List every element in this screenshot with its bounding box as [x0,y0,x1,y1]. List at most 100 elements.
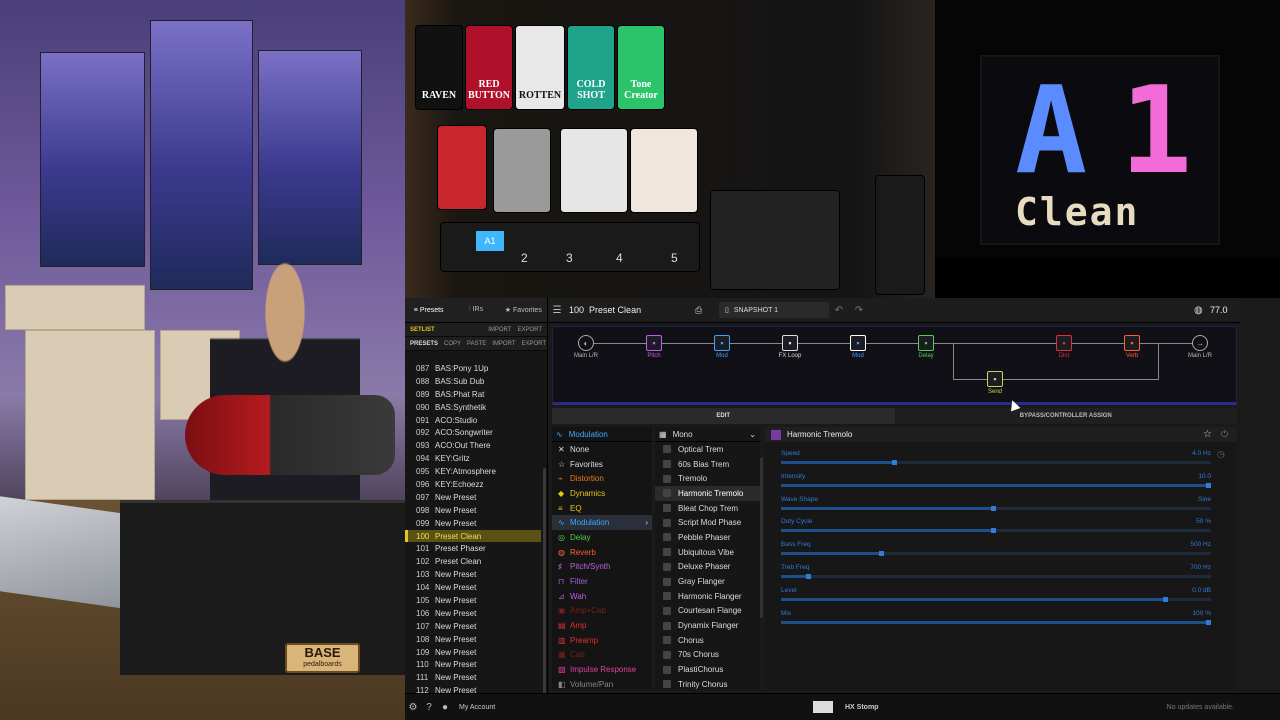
model-item[interactable]: Gray Flanger [655,574,760,589]
my-account-link[interactable]: My Account [453,704,813,711]
category-item[interactable]: ▣ Amp+Cab [552,604,652,619]
preset-row[interactable]: 094 KEY:Gritz [405,452,541,465]
fx-block-fx-loop[interactable]: ▪ [782,335,798,351]
category-item[interactable]: ⊿ Wah [552,589,652,604]
category-item[interactable]: ◍ Reverb [552,545,652,560]
export-button[interactable]: EXPORT [522,341,547,347]
setlist-label[interactable]: SETLIST [410,327,482,333]
tab-edit[interactable]: EDIT [552,408,895,424]
import-button[interactable]: IMPORT [492,341,515,347]
category-item[interactable]: ∿ Modulation › [552,515,652,531]
fx-block-dist[interactable]: ▪ [1056,335,1072,351]
category-item[interactable]: ▧ Impulse Response [552,662,652,677]
category-item[interactable]: ▦ Cab [552,648,652,663]
copy-button[interactable]: COPY [444,341,461,347]
param-slider[interactable] [781,551,1211,557]
current-preset-name[interactable]: 100 Preset Clean [565,305,695,315]
tab-presets[interactable]: ≡ Presets [405,307,452,314]
category-item[interactable]: ≡ EQ [552,501,652,516]
preset-row[interactable]: 087 BAS:Pony 1Up [405,362,541,375]
param-value[interactable]: 0.0 dB [1192,587,1211,594]
gear-icon[interactable]: ⚙ [405,702,421,713]
category-item[interactable]: ◆ Dynamics [552,486,652,501]
tab-irs[interactable]: ⫶ IRs [452,306,499,314]
model-item[interactable]: PlastiChorus [655,662,760,677]
param-speed[interactable]: Speed 4.0 Hz [781,450,1211,472]
tab-favorites[interactable]: ★ Favorites [500,306,547,314]
model-item[interactable]: 70s Chorus [655,648,760,663]
preset-list[interactable]: 087 BAS:Pony 1Up 088 BAS:Sub Dub 089 BAS:Phat… [405,362,541,693]
preset-list-scrollbar[interactable] [543,468,546,698]
fx-block-send[interactable]: ▪ [987,371,1003,387]
model-item[interactable]: Pebble Phaser [655,530,760,545]
param-slider[interactable] [781,505,1211,511]
param-slider-thumb[interactable] [991,505,996,511]
model-item[interactable]: Dynamix Flanger [655,618,760,633]
model-item[interactable]: Bleat Chop Trem [655,501,760,516]
signal-flow[interactable]: ◐ Main L/R ▪ Pitch ▪ Mod ▪ FX Loop ▪ Mod ▪ Delay ▪ Di… [552,326,1237,405]
snapshot-selector[interactable]: ▯ SNAPSHOT 1 [719,302,829,318]
param-slider[interactable] [781,482,1211,488]
model-item[interactable]: Courtesan Flange [655,604,760,619]
fx-block-delay[interactable]: ▪ [918,335,934,351]
model-item[interactable]: Optical Trem [655,442,760,457]
param-value[interactable]: 10.0 [1198,473,1211,480]
undo-icon[interactable]: ↶ [829,305,849,316]
param-slider-thumb[interactable] [892,460,897,465]
preset-row[interactable]: 098 New Preset [405,504,541,517]
param-mix[interactable]: Mix 100 % [781,610,1211,632]
param-duty-cycle[interactable]: Duty Cycle 50 % [781,518,1211,540]
category-item[interactable]: ◧ Volume/Pan [552,677,652,692]
preset-row[interactable]: 100 Preset Clean [405,529,541,543]
tempo-display[interactable]: 77.0 [1210,305,1240,315]
redo-icon[interactable]: ↷ [849,305,869,316]
model-item[interactable]: Chorus [655,633,760,648]
tempo-sync-icon[interactable]: ◷ [1217,449,1225,460]
category-item[interactable]: ▥ Preamp [552,633,652,648]
category-item[interactable]: ✕ None [552,442,652,457]
param-bass-freq[interactable]: Bass Freq 500 Hz [781,541,1211,563]
fx-block-mod[interactable]: ▪ [714,335,730,351]
preset-row[interactable]: 097 New Preset [405,491,541,504]
model-item[interactable]: Ubiquitous Vibe [655,545,760,560]
param-value[interactable]: 700 Hz [1190,564,1211,571]
model-item[interactable]: Harmonic Flanger [655,589,760,604]
preset-row[interactable]: 104 New Preset [405,581,541,594]
param-slider-thumb[interactable] [1206,619,1211,625]
param-intensity[interactable]: Intensity 10.0 [781,473,1211,495]
preset-row[interactable]: 089 BAS:Phat Rat [405,388,541,401]
model-item[interactable]: Deluxe Phaser [655,560,760,575]
param-value[interactable]: Sine [1198,496,1211,503]
model-item[interactable]: Script Mod Phase [655,515,760,530]
preset-row[interactable]: 095 KEY:Atmosphere [405,465,541,478]
preset-row[interactable]: 107 New Preset [405,620,541,633]
io-main-l-r[interactable]: ◐ [578,335,594,351]
param-value[interactable]: 500 Hz [1190,541,1211,548]
param-slider[interactable] [781,596,1211,602]
category-item[interactable]: ▤ Amp [552,618,652,633]
param-slider-thumb[interactable] [1163,596,1168,602]
param-slider[interactable] [781,619,1211,625]
preset-row[interactable]: 103 New Preset [405,568,541,581]
category-item[interactable]: ⌁ Distortion [552,471,652,486]
param-slider[interactable] [781,528,1211,534]
paste-button[interactable]: PASTE [467,341,486,347]
param-slider-thumb[interactable] [1206,482,1211,488]
io-main-l-r[interactable]: → [1192,335,1208,351]
param-value[interactable]: 50 % [1196,518,1211,525]
preset-row[interactable]: 110 New Preset [405,658,541,671]
fx-block-pitch[interactable]: ▪ [646,335,662,351]
param-slider-thumb[interactable] [879,551,884,557]
category-item[interactable]: ♯ Pitch/Synth [552,560,652,575]
fx-block-mod[interactable]: ▪ [850,335,866,351]
setlist-export-button[interactable]: EXPORT [517,327,542,333]
preset-row[interactable]: 106 New Preset [405,607,541,620]
param-slider-thumb[interactable] [806,574,811,579]
preset-row[interactable]: 093 ACO:Out There [405,439,541,452]
power-icon[interactable]: ⏻ [1221,429,1237,440]
preset-row[interactable]: 096 KEY:Echoezz [405,478,541,491]
category-item[interactable]: ☆ Favorites [552,457,652,472]
preset-row[interactable]: 109 New Preset [405,646,541,659]
model-list-scrollbar[interactable] [760,458,763,618]
preset-row[interactable]: 091 ACO:Studio [405,414,541,427]
